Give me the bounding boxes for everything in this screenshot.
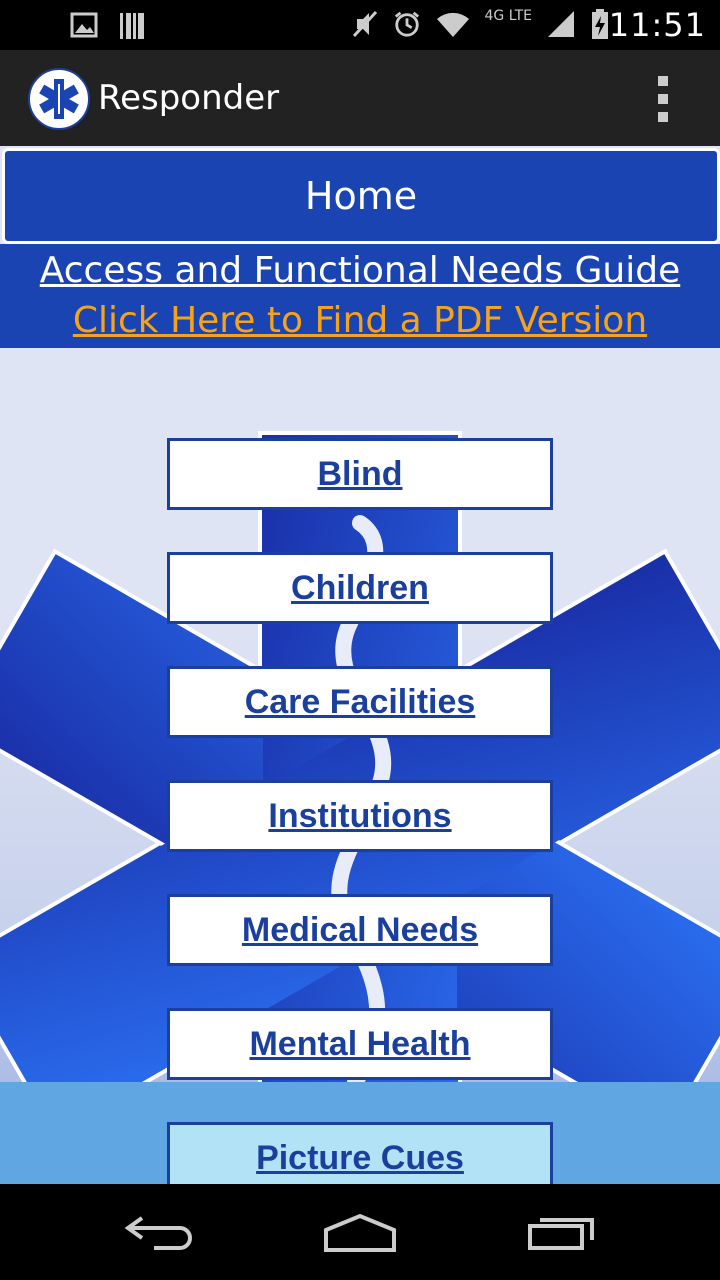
menu-button-picture-cues[interactable]: Picture Cues — [167, 1122, 553, 1184]
recent-apps-icon[interactable] — [526, 1212, 598, 1252]
menu-button-mental-health[interactable]: Mental Health — [167, 1008, 553, 1080]
menu-button-care-facilities[interactable]: Care Facilities — [167, 666, 553, 738]
overflow-menu-icon[interactable] — [658, 76, 670, 122]
menu-button-medical-needs[interactable]: Medical Needs — [167, 894, 553, 966]
back-icon[interactable] — [124, 1212, 194, 1252]
guide-banner: Access and Functional Needs Guide Click … — [0, 244, 720, 348]
clock: 11:51 — [608, 6, 706, 44]
menu-button-blind[interactable]: Blind — [167, 438, 553, 510]
wifi-icon — [436, 12, 469, 37]
signal-icon — [548, 11, 574, 37]
network-type: 4G LTE — [484, 8, 532, 24]
star-of-life-logo[interactable] — [28, 68, 90, 130]
home-button[interactable]: Home — [2, 148, 720, 244]
action-bar: Responder — [0, 50, 720, 146]
app-title: Responder — [98, 78, 280, 118]
barcode-icon — [120, 13, 144, 39]
battery-charging-icon — [592, 9, 608, 39]
mute-icon — [352, 10, 377, 38]
main-content: Home Access and Functional Needs Guide C… — [0, 146, 720, 1184]
menu-button-children[interactable]: Children — [167, 552, 553, 624]
alarm-icon — [394, 11, 419, 37]
home-icon[interactable] — [322, 1212, 398, 1252]
navigation-bar — [0, 1184, 720, 1280]
pdf-version-link[interactable]: Click Here to Find a PDF Version — [0, 296, 720, 346]
menu-button-institutions[interactable]: Institutions — [167, 780, 553, 852]
guide-title-link[interactable]: Access and Functional Needs Guide — [0, 246, 720, 296]
status-bar: 4G LTE 11:51 — [0, 0, 720, 50]
image-icon — [70, 12, 98, 38]
